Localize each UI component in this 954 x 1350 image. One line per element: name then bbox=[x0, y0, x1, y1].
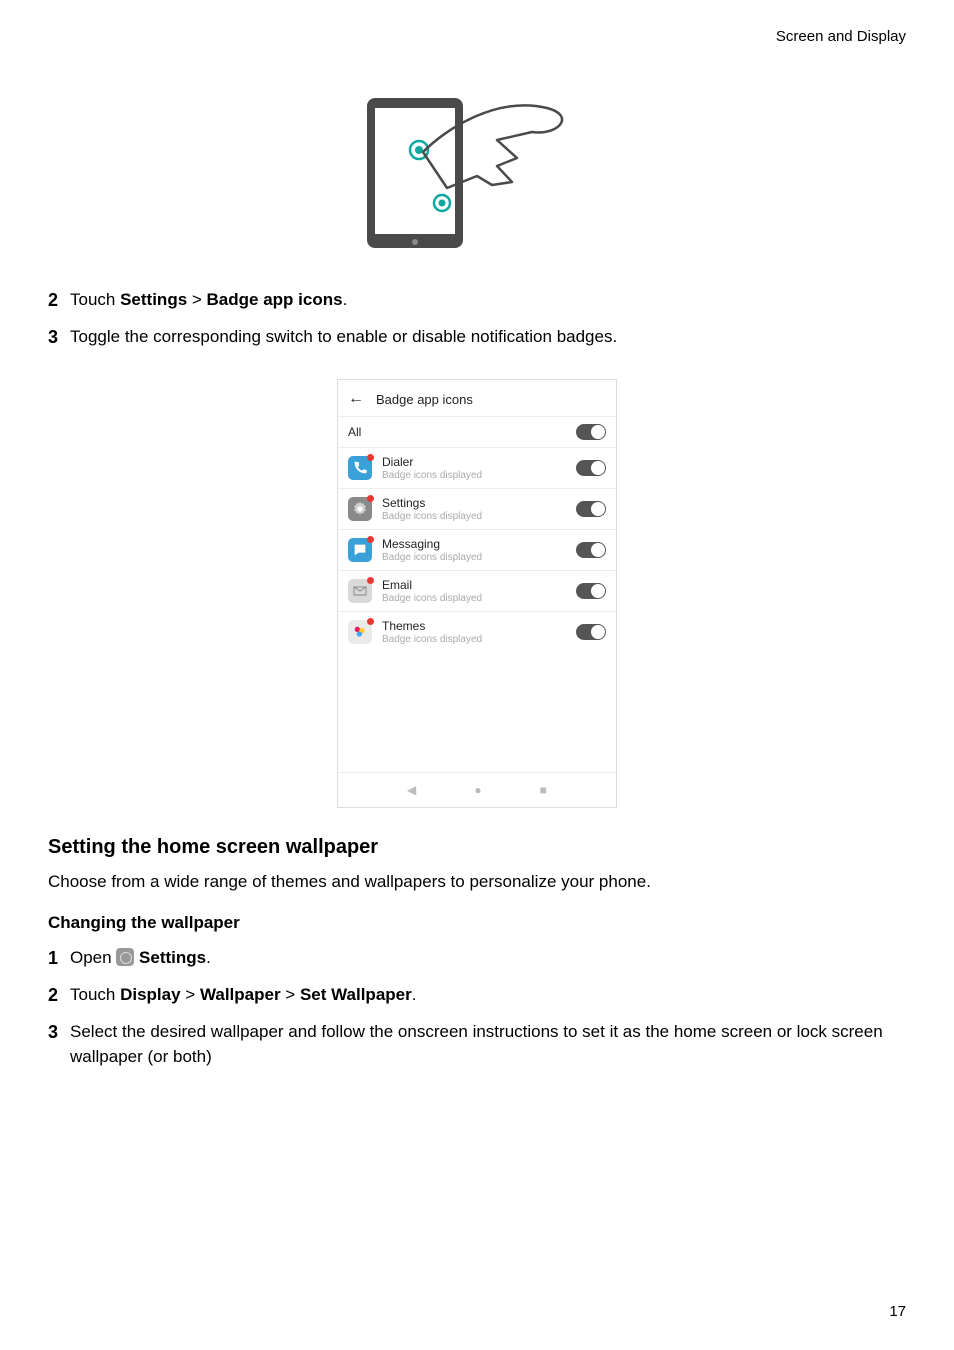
nav-back-icon[interactable]: ◀ bbox=[407, 783, 416, 797]
app-name: Dialer bbox=[382, 455, 566, 469]
step-number: 2 bbox=[48, 982, 70, 1009]
all-toggle-label: All bbox=[348, 425, 566, 439]
app-sub: Badge icons displayed bbox=[382, 593, 566, 604]
toggle-email[interactable] bbox=[576, 583, 606, 599]
nav-recent-icon[interactable]: ■ bbox=[540, 783, 547, 797]
step-number: 2 bbox=[48, 287, 70, 314]
toggle-themes[interactable] bbox=[576, 624, 606, 640]
step-number: 3 bbox=[48, 324, 70, 351]
badge-step-3: 3Toggle the corresponding switch to enab… bbox=[48, 324, 906, 351]
section-intro: Choose from a wide range of themes and w… bbox=[48, 869, 906, 895]
app-sub: Badge icons displayed bbox=[382, 470, 566, 481]
badge-step-2: 2Touch Settings > Badge app icons. bbox=[48, 287, 906, 314]
app-sub: Badge icons displayed bbox=[382, 552, 566, 563]
app-name: Settings bbox=[382, 496, 566, 510]
tap-gesture-figure bbox=[48, 88, 906, 263]
step-number: 1 bbox=[48, 945, 70, 972]
back-arrow-icon[interactable]: ← bbox=[348, 390, 364, 408]
page-header-section: Screen and Display bbox=[776, 28, 906, 45]
section-subheading: Changing the wallpaper bbox=[48, 913, 906, 933]
wallpaper-step-1: 1Open Settings. bbox=[48, 945, 906, 972]
step-text: Open Settings. bbox=[70, 945, 906, 971]
messaging-app-icon bbox=[348, 538, 372, 562]
app-name: Email bbox=[382, 578, 566, 592]
app-toggle-row: EmailBadge icons displayed bbox=[338, 570, 616, 611]
app-toggle-row: ThemesBadge icons displayed bbox=[338, 611, 616, 652]
page-number: 17 bbox=[889, 1303, 906, 1320]
settings-app-icon bbox=[116, 948, 134, 966]
section-heading: Setting the home screen wallpaper bbox=[48, 836, 906, 859]
dialer-app-icon bbox=[348, 456, 372, 480]
app-toggle-row: MessagingBadge icons displayed bbox=[338, 529, 616, 570]
step-text: Touch Display > Wallpaper > Set Wallpape… bbox=[70, 982, 906, 1008]
step-number: 3 bbox=[48, 1019, 70, 1046]
app-name: Themes bbox=[382, 619, 566, 633]
app-toggle-row: DialerBadge icons displayed bbox=[338, 447, 616, 488]
nav-home-icon[interactable]: ● bbox=[474, 783, 481, 797]
screenshot-title: Badge app icons bbox=[376, 392, 473, 407]
toggle-settings[interactable] bbox=[576, 501, 606, 517]
themes-app-icon bbox=[348, 620, 372, 644]
wallpaper-step-3: 3Select the desired wallpaper and follow… bbox=[48, 1019, 906, 1070]
settings-app-icon bbox=[348, 497, 372, 521]
email-app-icon bbox=[348, 579, 372, 603]
step-text: Toggle the corresponding switch to enabl… bbox=[70, 324, 906, 350]
toggle-all[interactable] bbox=[576, 424, 606, 440]
step-text: Touch Settings > Badge app icons. bbox=[70, 287, 906, 313]
toggle-messaging[interactable] bbox=[576, 542, 606, 558]
toggle-dialer[interactable] bbox=[576, 460, 606, 476]
app-sub: Badge icons displayed bbox=[382, 634, 566, 645]
wallpaper-step-2: 2Touch Display > Wallpaper > Set Wallpap… bbox=[48, 982, 906, 1009]
app-name: Messaging bbox=[382, 537, 566, 551]
app-toggle-row: SettingsBadge icons displayed bbox=[338, 488, 616, 529]
step-text: Select the desired wallpaper and follow … bbox=[70, 1019, 906, 1070]
badge-app-icons-screenshot: ← Badge app icons All DialerBadge icons … bbox=[337, 379, 617, 808]
app-sub: Badge icons displayed bbox=[382, 511, 566, 522]
